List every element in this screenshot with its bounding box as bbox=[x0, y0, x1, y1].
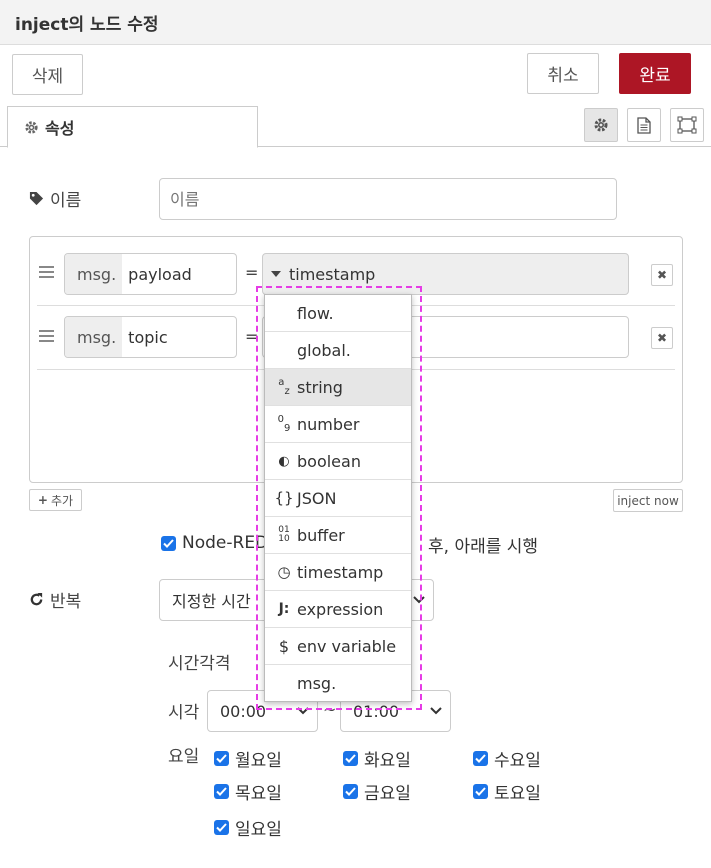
drag-handle-icon[interactable] bbox=[39, 330, 54, 342]
frame-icon bbox=[677, 116, 697, 134]
type-value: timestamp bbox=[289, 264, 376, 284]
day-checkbox-thursday[interactable]: 목요일 bbox=[214, 779, 282, 804]
day-checkbox-sunday[interactable]: 일요일 bbox=[214, 815, 282, 840]
refresh-icon bbox=[29, 592, 44, 607]
chevron-down-icon bbox=[430, 707, 442, 715]
drag-handle-icon[interactable] bbox=[39, 266, 54, 278]
caret-down-icon bbox=[271, 271, 281, 277]
day-checkbox-saturday[interactable]: 토요일 bbox=[473, 779, 541, 804]
checkbox-checked-icon bbox=[473, 751, 488, 766]
msg-prefix: msg. bbox=[65, 317, 123, 357]
prop-row-1-key[interactable]: msg. payload bbox=[64, 253, 237, 295]
gear-icon bbox=[593, 117, 609, 133]
checkbox-checked-icon bbox=[343, 784, 358, 799]
appearance-tab-button[interactable] bbox=[670, 108, 704, 142]
name-label: 이름 bbox=[29, 186, 81, 211]
gear-icon bbox=[24, 120, 39, 135]
checkbox-checked-icon bbox=[214, 751, 229, 766]
checkbox-checked-icon bbox=[214, 820, 229, 835]
day-checkbox-friday[interactable]: 금요일 bbox=[343, 779, 411, 804]
plus-icon: + bbox=[37, 493, 48, 507]
close-icon: ✖ bbox=[656, 331, 668, 345]
settings-tab-button[interactable] bbox=[584, 108, 618, 142]
tab-properties-label: 속성 bbox=[45, 119, 75, 138]
day-checkbox-wednesday[interactable]: 수요일 bbox=[473, 746, 541, 771]
highlight-annotation-box bbox=[256, 286, 422, 710]
prop-row-2-key[interactable]: msg. topic bbox=[64, 316, 237, 358]
add-property-button[interactable]: + 추가 bbox=[29, 489, 82, 511]
remove-row-2-button[interactable]: ✖ bbox=[651, 327, 673, 349]
remove-row-1-button[interactable]: ✖ bbox=[651, 264, 673, 286]
prop-key: topic bbox=[128, 327, 168, 347]
inject-now-button[interactable]: inject now bbox=[613, 489, 683, 512]
prop-key: payload bbox=[128, 264, 192, 284]
inject-once-suffix: 후, 아래를 시행 bbox=[428, 537, 539, 557]
delete-button[interactable]: 삭제 bbox=[12, 54, 83, 95]
checkbox-checked-icon bbox=[473, 784, 488, 799]
interval-label: 시간각격 bbox=[168, 654, 231, 674]
inject-once-checkbox[interactable]: Node-RED bbox=[161, 533, 268, 553]
name-input[interactable] bbox=[159, 178, 617, 220]
equals-sign: = bbox=[245, 263, 259, 282]
description-tab-button[interactable] bbox=[627, 108, 661, 142]
days-label: 요일 bbox=[168, 747, 200, 767]
msg-prefix: msg. bbox=[65, 254, 123, 294]
done-button[interactable]: 완료 bbox=[619, 53, 691, 94]
checkbox-checked-icon bbox=[161, 535, 176, 551]
checkbox-checked-icon bbox=[214, 784, 229, 799]
document-icon bbox=[637, 116, 651, 134]
close-icon: ✖ bbox=[656, 268, 668, 282]
day-checkbox-tuesday[interactable]: 화요일 bbox=[343, 746, 411, 771]
tab-properties[interactable]: 속성 bbox=[7, 106, 258, 148]
tag-icon bbox=[29, 191, 44, 206]
day-checkbox-monday[interactable]: 월요일 bbox=[214, 746, 282, 771]
cancel-button[interactable]: 취소 bbox=[527, 53, 599, 94]
repeat-label: 반복 bbox=[29, 587, 81, 612]
time-label: 시각 bbox=[168, 703, 200, 723]
checkbox-checked-icon bbox=[343, 751, 358, 766]
dialog-title: inject의 노드 수정 bbox=[15, 15, 159, 35]
